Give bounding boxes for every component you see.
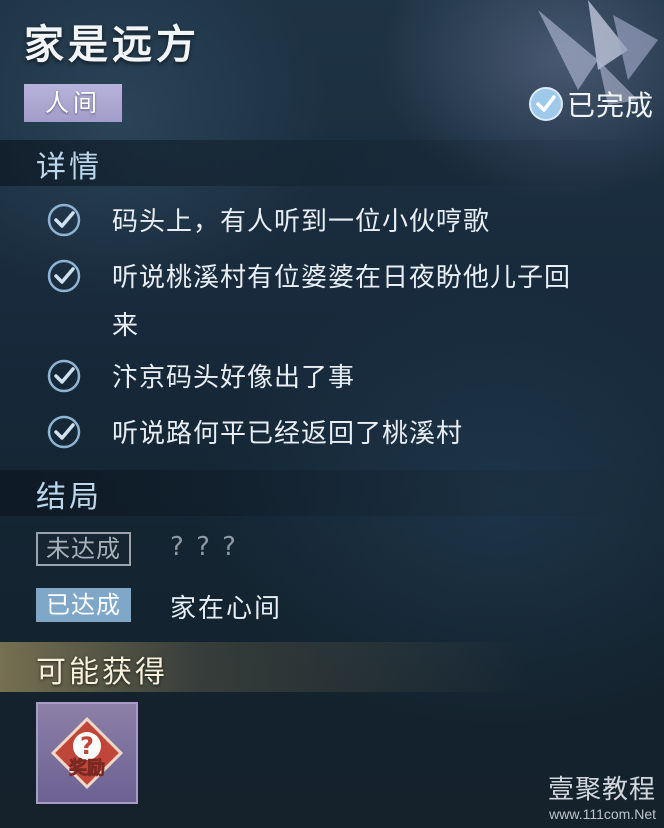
detail-text-continuation: 来 xyxy=(112,311,140,341)
completion-status: 已完成 xyxy=(528,84,654,124)
endings-heading: 结局 xyxy=(36,480,102,515)
completion-status-label: 已完成 xyxy=(566,89,654,122)
category-tag: 人间 xyxy=(24,84,122,122)
detail-text: 码头上，有人听到一位小伙哼歌 xyxy=(112,207,491,237)
ending-status-badge-met: 已达成 xyxy=(36,588,131,622)
detail-text: 听说桃溪村有位婆婆在日夜盼他儿子回 xyxy=(112,263,572,293)
svg-text:?: ? xyxy=(80,732,94,760)
details-heading: 详情 xyxy=(36,150,102,185)
rewards-heading: 可能获得 xyxy=(36,655,168,690)
ending-text-hidden: ? ? ? xyxy=(170,532,238,562)
ending-status-badge-unmet: 未达成 xyxy=(36,532,131,566)
ending-text: 家在心间 xyxy=(170,594,283,624)
reward-item-label: 奖励 xyxy=(69,757,105,779)
detail-item: 汴京码头好像出了事 xyxy=(46,354,355,402)
checkmark-icon xyxy=(528,87,563,121)
quest-title: 家是远方 xyxy=(24,21,200,68)
checkmark-icon xyxy=(47,203,81,237)
watermark-name: 壹聚教程 xyxy=(547,775,656,805)
detail-item: 听说桃溪村有位婆婆在日夜盼他儿子回 来 xyxy=(46,254,571,350)
watermark-url: www.111com.Net xyxy=(549,806,656,822)
checkmark-icon xyxy=(47,259,81,293)
watermark: 壹聚教程 www.111com.Net xyxy=(548,769,656,822)
detail-text: 听说路何平已经返回了桃溪村 xyxy=(112,419,464,449)
checkmark-icon xyxy=(47,415,81,449)
detail-item: 码头上，有人听到一位小伙哼歌 xyxy=(46,198,490,246)
reward-question-mark-icon: ? 奖励 xyxy=(50,716,124,790)
reward-item-slot[interactable]: ? 奖励 xyxy=(36,702,138,804)
detail-item: 听说路何平已经返回了桃溪村 xyxy=(46,410,463,458)
detail-text: 汴京码头好像出了事 xyxy=(112,363,356,393)
checkmark-icon xyxy=(47,359,81,393)
